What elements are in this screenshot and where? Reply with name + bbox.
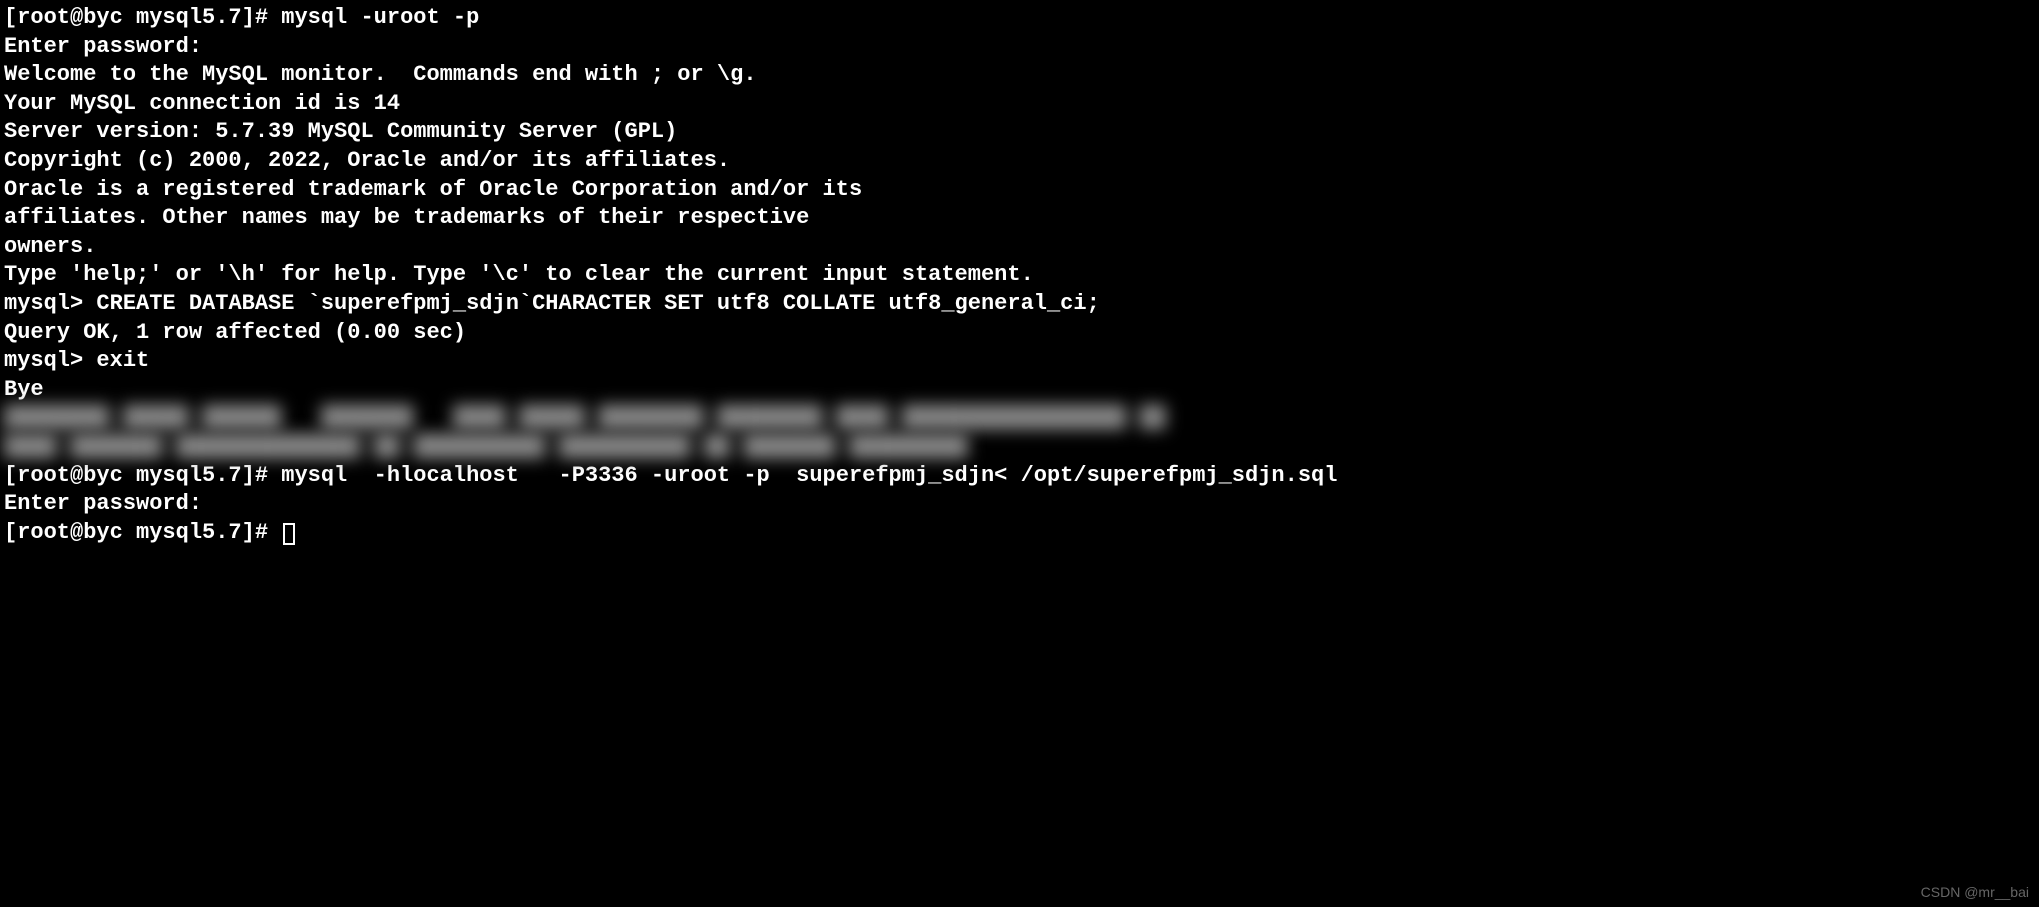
output-line: Oracle is a registered trademark of Orac…: [4, 176, 2035, 205]
cursor-icon: [283, 523, 295, 545]
output-line: Enter password:: [4, 490, 2035, 519]
output-line: Type 'help;' or '\h' for help. Type '\c'…: [4, 261, 2035, 290]
command-line-3: [root@byc mysql5.7]#: [4, 519, 2035, 548]
output-line: owners.: [4, 233, 2035, 262]
output-line: Server version: 5.7.39 MySQL Community S…: [4, 118, 2035, 147]
shell-prompt: [root@byc mysql5.7]#: [4, 520, 281, 545]
mysql-command-line: mysql> exit: [4, 347, 2035, 376]
terminal-output[interactable]: [root@byc mysql5.7]# mysql -uroot -p Ent…: [4, 4, 2035, 547]
command-text: mysql -hlocalhost -P3336 -uroot -p super…: [281, 463, 1337, 488]
output-line: affiliates. Other names may be trademark…: [4, 204, 2035, 233]
output-line: Copyright (c) 2000, 2022, Oracle and/or …: [4, 147, 2035, 176]
command-line-1: [root@byc mysql5.7]# mysql -uroot -p: [4, 4, 2035, 33]
redacted-line: ████ ███████ ██████████████ ██ █████████…: [4, 433, 2035, 462]
shell-prompt: [root@byc mysql5.7]#: [4, 5, 281, 30]
output-line: Query OK, 1 row affected (0.00 sec): [4, 319, 2035, 348]
mysql-command-line: mysql> CREATE DATABASE `superefpmj_sdjn`…: [4, 290, 2035, 319]
sql-command: exit: [96, 348, 149, 373]
command-text: mysql -uroot -p: [281, 5, 479, 30]
command-line-2: [root@byc mysql5.7]# mysql -hlocalhost -…: [4, 462, 2035, 491]
shell-prompt: [root@byc mysql5.7]#: [4, 463, 281, 488]
output-line: Welcome to the MySQL monitor. Commands e…: [4, 61, 2035, 90]
redacted-line: ████████ █████ ██████ ███████ ████ █████…: [4, 404, 2035, 433]
sql-command: CREATE DATABASE `superefpmj_sdjn`CHARACT…: [96, 291, 1099, 316]
watermark-text: CSDN @mr__bai: [1921, 883, 2029, 901]
output-line: Enter password:: [4, 33, 2035, 62]
output-line: Your MySQL connection id is 14: [4, 90, 2035, 119]
output-line: Bye: [4, 376, 2035, 405]
mysql-prompt: mysql>: [4, 291, 96, 316]
mysql-prompt: mysql>: [4, 348, 96, 373]
